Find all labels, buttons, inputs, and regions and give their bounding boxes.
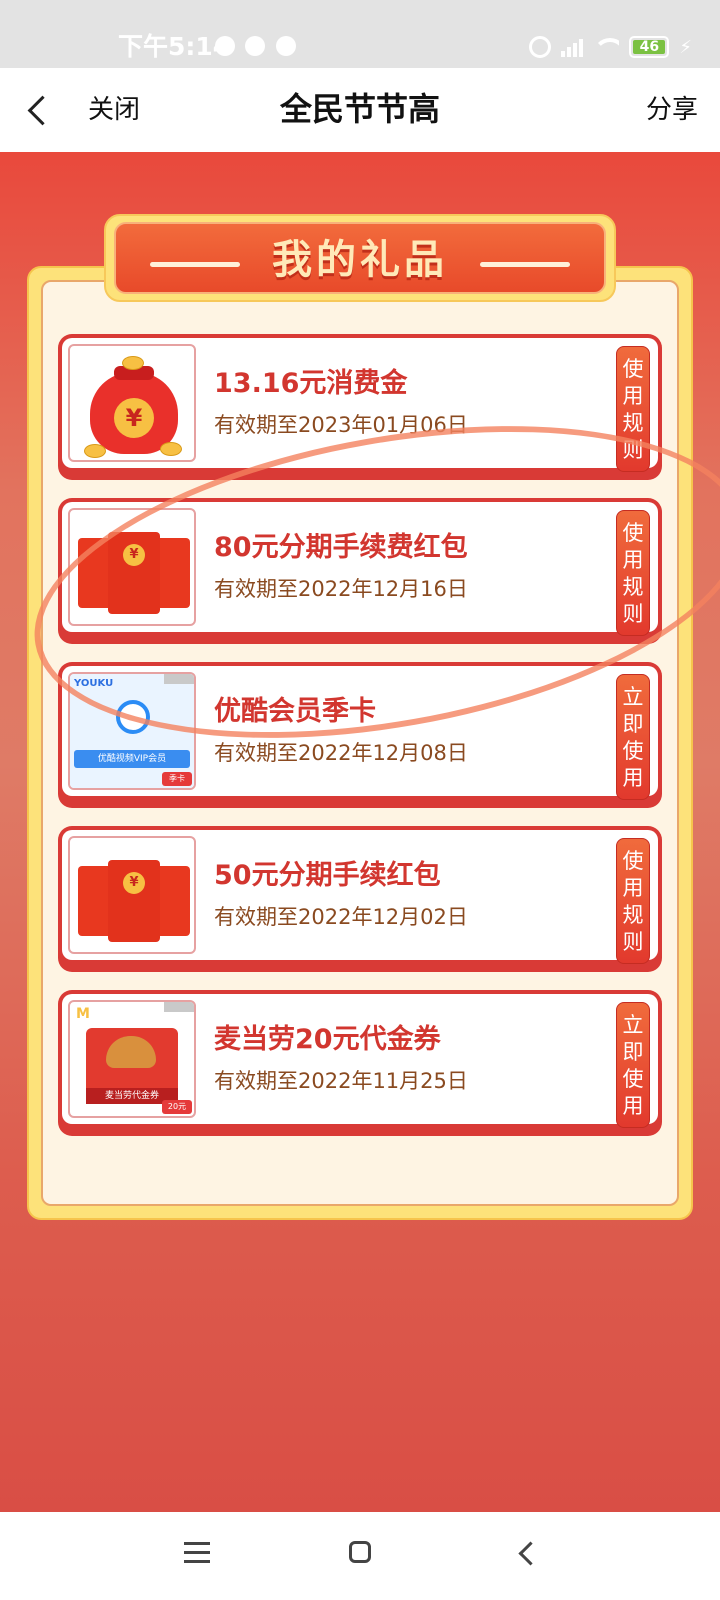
coin-icon bbox=[122, 356, 144, 370]
gift-card: ¥ 80元分期手续费红包 有效期至2022年12月16日 使用规则 bbox=[62, 502, 658, 636]
corner-tag bbox=[164, 674, 194, 684]
status-time: 下午5:14 bbox=[118, 32, 231, 61]
nav-bar: 关闭 全民节节高 分享 bbox=[0, 68, 720, 152]
gift-card: YOUKU 优酷视频VIP会员 季卡 优酷会员季卡 有效期至2022年12月08… bbox=[62, 666, 658, 800]
use-now-button[interactable]: 立即使用 bbox=[616, 1002, 650, 1128]
red-envelope-icon: ¥ bbox=[68, 508, 196, 626]
youku-card-label: 优酷视频VIP会员 bbox=[74, 750, 190, 768]
usage-rules-button[interactable]: 使用规则 bbox=[616, 838, 650, 964]
coin-icon bbox=[160, 442, 182, 456]
youku-card-tag: 季卡 bbox=[162, 772, 192, 786]
gift-card: M 麦当劳代金券 20元 麦当劳20元代金券 有效期至2022年11月25日 立… bbox=[62, 994, 658, 1128]
corner-tag bbox=[164, 1002, 194, 1012]
system-nav-bar bbox=[0, 1512, 720, 1600]
gift-expiry: 有效期至2023年01月06日 bbox=[214, 413, 468, 437]
notification-icon bbox=[215, 36, 235, 56]
alarm-icon bbox=[529, 36, 552, 58]
status-indicators: 46 ⚡ bbox=[529, 34, 692, 60]
gift-title: 优酷会员季卡 bbox=[214, 696, 376, 727]
gift-title: 50元分期手续红包 bbox=[214, 860, 441, 891]
signal-icon bbox=[561, 37, 584, 57]
menu-icon[interactable] bbox=[184, 1542, 210, 1564]
mcdonalds-voucher-icon: M 麦当劳代金券 20元 bbox=[68, 1000, 196, 1118]
voucher-tag: 20元 bbox=[162, 1100, 192, 1114]
notification-icon bbox=[276, 36, 296, 56]
gift-expiry: 有效期至2022年12月16日 bbox=[214, 577, 468, 601]
usage-rules-button[interactable]: 使用规则 bbox=[616, 510, 650, 636]
gift-item[interactable]: ¥ 13.16元消费金 有效期至2023年01月06日 使用规则 bbox=[58, 334, 662, 480]
gift-card: ¥ 13.16元消费金 有效期至2023年01月06日 使用规则 bbox=[62, 338, 658, 472]
section-title: 我的礼品 bbox=[272, 237, 448, 283]
gift-item[interactable]: ¥ 80元分期手续费红包 有效期至2022年12月16日 使用规则 bbox=[58, 498, 662, 644]
gift-card: ¥ 50元分期手续红包 有效期至2022年12月02日 使用规则 bbox=[62, 830, 658, 964]
gift-title: 麦当劳20元代金券 bbox=[214, 1024, 441, 1055]
gift-expiry: 有效期至2022年12月08日 bbox=[214, 741, 468, 765]
gift-title: 80元分期手续费红包 bbox=[214, 532, 468, 563]
share-button[interactable]: 分享 bbox=[646, 94, 698, 126]
notification-icon bbox=[245, 36, 265, 56]
mcdonalds-logo: M bbox=[76, 1006, 90, 1022]
gift-item[interactable]: YOUKU 优酷视频VIP会员 季卡 优酷会员季卡 有效期至2022年12月08… bbox=[58, 662, 662, 808]
back-icon[interactable] bbox=[516, 1540, 540, 1564]
yen-icon: ¥ bbox=[123, 872, 145, 894]
home-icon[interactable] bbox=[349, 1541, 371, 1563]
status-bar: 下午5:14 46 ⚡ bbox=[0, 0, 720, 68]
charging-icon: ⚡ bbox=[679, 36, 692, 58]
youku-logo: YOUKU bbox=[74, 678, 114, 689]
gift-title: 13.16元消费金 bbox=[214, 368, 408, 399]
gift-item[interactable]: M 麦当劳代金券 20元 麦当劳20元代金券 有效期至2022年11月25日 立… bbox=[58, 990, 662, 1136]
battery-icon: 46 bbox=[629, 36, 670, 58]
yen-icon: ¥ bbox=[114, 398, 154, 438]
play-icon bbox=[116, 700, 150, 734]
wifi-icon bbox=[593, 38, 620, 56]
page-title: 全民节节高 bbox=[279, 90, 440, 128]
gift-expiry: 有效期至2022年12月02日 bbox=[214, 905, 468, 929]
gift-item[interactable]: ¥ 50元分期手续红包 有效期至2022年12月02日 使用规则 bbox=[58, 826, 662, 972]
money-bag-icon: ¥ bbox=[68, 344, 196, 462]
use-now-button[interactable]: 立即使用 bbox=[616, 674, 650, 800]
youku-card-icon: YOUKU 优酷视频VIP会员 季卡 bbox=[68, 672, 196, 790]
coin-icon bbox=[84, 444, 106, 458]
gift-expiry: 有效期至2022年11月25日 bbox=[214, 1069, 468, 1093]
battery-level: 46 bbox=[633, 40, 666, 54]
usage-rules-button[interactable]: 使用规则 bbox=[616, 346, 650, 472]
yen-icon: ¥ bbox=[123, 544, 145, 566]
gift-page: 我的礼品 ¥ 13.16元消费金 有效期至2023年01月06日 使用规则 ¥ bbox=[0, 152, 720, 1512]
red-envelope-icon: ¥ bbox=[68, 836, 196, 954]
